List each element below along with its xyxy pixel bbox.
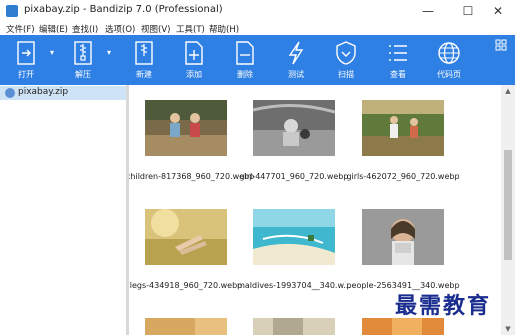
archive-tree-panel: pixabay.zip [0,85,126,335]
menu-file[interactable]: 文件(F) [6,23,35,35]
file-name: girl-447701_960_720.webp [239,172,349,181]
image-thumbnail-icon [362,318,444,335]
scrollbar-thumb[interactable] [504,150,512,260]
vertical-scrollbar[interactable]: ▲ ▼ [501,85,515,335]
delete-button[interactable]: 删除 [225,35,265,85]
tree-item-label: pixabay.zip [18,87,69,97]
new-button[interactable]: 新建 [124,35,164,85]
list-view-icon [389,45,407,61]
file-thumbnail[interactable] [145,100,227,156]
file-name: maldives-1993704__340.w... [237,281,351,290]
image-thumbnail-icon [145,318,227,335]
extract-icon [74,41,92,65]
menu-help[interactable]: 帮助(H) [209,23,239,35]
file-thumbnail[interactable] [145,209,227,265]
toolbar: 打开 ▾ 解压 ▾ 新建 添加 删除 测试 扫描 查看 代码页 [0,35,515,85]
layout-grid-icon[interactable] [495,39,507,51]
test-button[interactable]: 测试 [276,35,316,85]
add-label: 添加 [186,70,202,79]
menu-options[interactable]: 选项(O) [105,23,135,35]
menu-view[interactable]: 视图(V) [141,23,170,35]
delete-label: 删除 [237,70,253,79]
menu-tools[interactable]: 工具(T) [176,23,205,35]
lightning-icon [288,41,304,65]
scroll-down-arrow-icon[interactable]: ▼ [501,323,515,335]
delete-file-icon [236,41,254,65]
maximize-button[interactable]: ☐ [451,0,485,22]
file-name: legs-434918_960_720.webp [129,281,243,290]
shield-icon [336,41,356,65]
watermark-text: 最需教育 [395,293,492,319]
scan-button[interactable]: 扫描 [326,35,366,85]
image-thumbnail-icon [253,209,335,265]
image-thumbnail-icon [253,100,335,156]
test-label: 测试 [288,70,304,79]
minimize-button[interactable]: — [411,0,445,22]
window-title: pixabay.zip - Bandizip 7.0 (Professional… [24,4,223,15]
file-thumbnail[interactable] [362,100,444,156]
codepage-label: 代码页 [437,70,461,79]
new-label: 新建 [136,70,152,79]
open-button[interactable]: 打开 [6,35,46,85]
image-thumbnail-icon [145,100,227,156]
close-button[interactable]: ✕ [481,0,515,22]
extract-label: 解压 [75,70,91,79]
file-thumbnail[interactable] [253,318,335,335]
file-name: children-817368_960_720.webp [129,172,255,181]
open-icon [17,41,35,65]
file-thumbnail[interactable] [362,318,444,335]
open-dropdown-chevron-icon[interactable]: ▾ [50,48,54,57]
image-thumbnail-icon [362,100,444,156]
image-thumbnail-icon [362,209,444,265]
scan-label: 扫描 [338,70,354,79]
extract-dropdown-chevron-icon[interactable]: ▾ [107,48,111,57]
new-archive-icon [135,41,153,65]
view-label: 查看 [390,70,406,79]
add-file-icon [185,41,203,65]
extract-button[interactable]: 解压 [63,35,103,85]
menu-find[interactable]: 查找(I) [72,23,98,35]
codepage-button[interactable]: 代码页 [429,35,469,85]
scroll-up-arrow-icon[interactable]: ▲ [501,85,515,97]
view-button[interactable]: 查看 [378,35,418,85]
add-button[interactable]: 添加 [174,35,214,85]
file-thumbnail[interactable] [362,209,444,265]
tree-item-archive[interactable]: pixabay.zip [0,86,126,100]
bandizip-app-icon [6,5,18,17]
file-name: girls-462072_960_720.webp [346,172,460,181]
file-thumbnail[interactable] [253,209,335,265]
image-thumbnail-icon [145,209,227,265]
file-thumbnail[interactable] [145,318,227,335]
file-thumbnail[interactable] [253,100,335,156]
menu-bar: 文件(F) 编辑(E) 查找(I) 选项(O) 视图(V) 工具(T) 帮助(H… [0,22,515,35]
image-thumbnail-icon [253,318,335,335]
globe-icon [438,42,460,64]
zip-archive-icon [5,88,15,98]
menu-edit[interactable]: 编辑(E) [39,23,68,35]
open-label: 打开 [18,70,34,79]
title-bar: pixabay.zip - Bandizip 7.0 (Professional… [0,0,515,22]
